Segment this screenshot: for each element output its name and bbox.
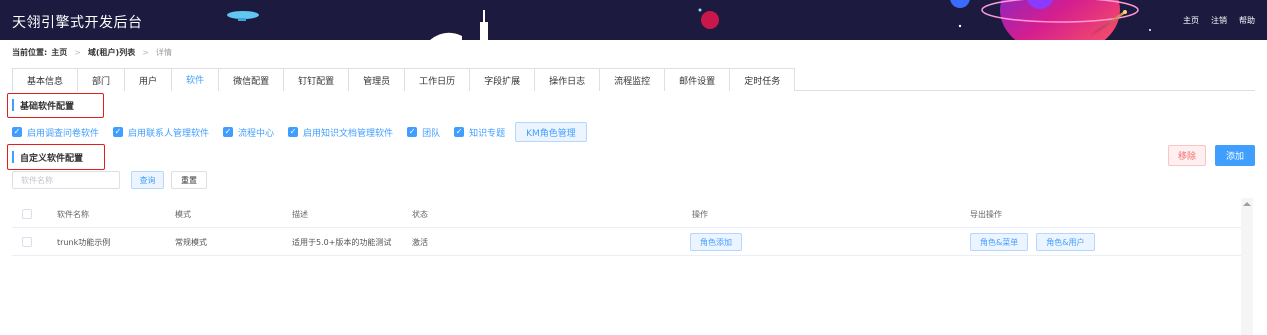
checkbox-contacts-software[interactable]: ✓ 启用联系人管理软件	[113, 126, 209, 139]
column-header-status[interactable]: 状态	[412, 200, 428, 228]
tab-operation-log[interactable]: 操作日志	[534, 68, 601, 91]
software-table: 软件名称 模式 描述 状态 操作 导出操作 trunk功能示例 常规模式 适用于…	[12, 200, 1241, 256]
tab-users[interactable]: 用户	[124, 68, 173, 91]
checkbox-checked-icon: ✓	[113, 127, 124, 137]
tab-basic-info[interactable]: 基本信息	[12, 68, 79, 91]
software-name-cell: trunk功能示例	[57, 237, 111, 247]
row-select-cell	[22, 228, 32, 256]
table-scrollbar[interactable]	[1241, 198, 1253, 335]
breadcrumb-details: 详情	[155, 48, 172, 57]
tab-department[interactable]: 部门	[77, 68, 126, 91]
logout-link[interactable]: 注销	[1211, 15, 1227, 26]
checkbox-checked-icon: ✓	[223, 127, 234, 137]
reset-button[interactable]: 重置	[171, 171, 207, 189]
home-link[interactable]: 主页	[1183, 15, 1199, 26]
mode-cell: 常规模式	[175, 237, 207, 247]
tab-flow-monitor[interactable]: 流程监控	[599, 68, 666, 91]
column-header-export-actions: 导出操作	[970, 209, 1002, 219]
table-row[interactable]: trunk功能示例 常规模式 适用于5.0+版本的功能测试 激活 角色添加 角色…	[12, 228, 1241, 256]
header-decoration	[227, 0, 1151, 40]
top-links: 主页 注销 帮助	[1183, 15, 1255, 26]
tab-wechat-config[interactable]: 微信配置	[218, 68, 285, 91]
breadcrumb-separator-icon: >	[74, 48, 81, 57]
tab-bar: 基本信息 部门 用户 软件 微信配置 钉钉配置 管理员 工作日历 字段扩展 操作…	[12, 68, 1255, 91]
custom-software-section-title: 自定义软件配置	[12, 149, 83, 165]
tab-admins[interactable]: 管理员	[348, 68, 406, 91]
tab-scheduled-tasks[interactable]: 定时任务	[729, 68, 796, 91]
section-accent-bar	[12, 151, 14, 163]
basic-software-section-title: 基础软件配置	[12, 97, 74, 113]
export-role-user-button[interactable]: 角色&用户	[1036, 233, 1095, 251]
tab-work-calendar[interactable]: 工作日历	[404, 68, 471, 91]
scroll-up-arrow-icon[interactable]	[1243, 202, 1251, 206]
select-all-cell	[22, 200, 32, 228]
help-link[interactable]: 帮助	[1239, 15, 1255, 26]
breadcrumb-home[interactable]: 主页	[51, 47, 67, 58]
checkbox-team[interactable]: ✓ 团队	[407, 126, 440, 139]
column-header-mode[interactable]: 模式	[175, 200, 191, 228]
section-title-text: 自定义软件配置	[20, 153, 84, 164]
breadcrumb: 当前位置: 主页 > 域(租户)列表 > 详情	[12, 47, 172, 58]
column-header-name[interactable]: 软件名称	[57, 200, 89, 228]
checkbox-knowledge-docs[interactable]: ✓ 启用知识文档管理软件	[288, 126, 393, 139]
section-accent-bar	[12, 99, 14, 111]
checkbox-label: 启用知识文档管理软件	[303, 128, 394, 139]
software-name-search-input[interactable]	[12, 171, 120, 189]
breadcrumb-label: 当前位置:	[12, 48, 48, 57]
tab-field-extension[interactable]: 字段扩展	[469, 68, 536, 91]
add-button[interactable]: 添加	[1215, 145, 1255, 166]
select-all-checkbox[interactable]	[22, 209, 32, 219]
top-header: 天翎引擎式开发后台 主页 注销 帮助	[0, 0, 1267, 40]
export-role-menu-button[interactable]: 角色&菜单	[970, 233, 1029, 251]
column-header-description[interactable]: 描述	[292, 200, 308, 228]
basic-software-checkboxes: ✓ 启用调查问卷软件 ✓ 启用联系人管理软件 ✓ 流程中心 ✓ 启用知识文档管理…	[12, 122, 587, 142]
km-role-management-button[interactable]: KM角色管理	[515, 122, 587, 142]
breadcrumb-separator-icon: >	[142, 48, 149, 57]
checkbox-label: 知识专题	[469, 128, 506, 139]
checkbox-knowledge-topics[interactable]: ✓ 知识专题	[454, 126, 505, 139]
breadcrumb-tenant-list[interactable]: 域(租户)列表	[88, 47, 135, 58]
checkbox-checked-icon: ✓	[288, 127, 299, 137]
checkbox-checked-icon: ✓	[407, 127, 418, 137]
query-button[interactable]: 查询	[131, 171, 164, 189]
app-title: 天翎引擎式开发后台	[12, 15, 143, 31]
checkbox-label: 启用联系人管理软件	[128, 128, 210, 139]
status-cell: 激活	[412, 237, 428, 247]
checkbox-label: 团队	[422, 128, 441, 139]
checkbox-flow-center[interactable]: ✓ 流程中心	[223, 126, 274, 139]
export-actions-cell: 角色&菜单 角色&用户	[970, 228, 1103, 256]
checkbox-label: 启用调查问卷软件	[27, 128, 100, 139]
actions-cell: 角色添加	[690, 228, 750, 256]
checkbox-label: 流程中心	[238, 128, 275, 139]
tab-software[interactable]: 软件	[171, 68, 220, 91]
add-role-button[interactable]: 角色添加	[690, 233, 742, 251]
checkbox-checked-icon: ✓	[12, 127, 22, 137]
tab-mail-settings[interactable]: 邮件设置	[664, 68, 731, 91]
checkbox-checked-icon: ✓	[454, 127, 465, 137]
tab-dingtalk-config[interactable]: 钉钉配置	[283, 68, 350, 91]
checkbox-survey-software[interactable]: ✓ 启用调查问卷软件	[12, 126, 99, 139]
row-checkbox[interactable]	[22, 237, 32, 247]
remove-button[interactable]: 移除	[1168, 145, 1206, 166]
table-header-row: 软件名称 模式 描述 状态 操作 导出操作	[12, 200, 1241, 228]
column-header-actions: 操作	[692, 209, 708, 219]
description-cell: 适用于5.0+版本的功能测试	[292, 237, 392, 247]
section-title-text: 基础软件配置	[20, 101, 75, 112]
